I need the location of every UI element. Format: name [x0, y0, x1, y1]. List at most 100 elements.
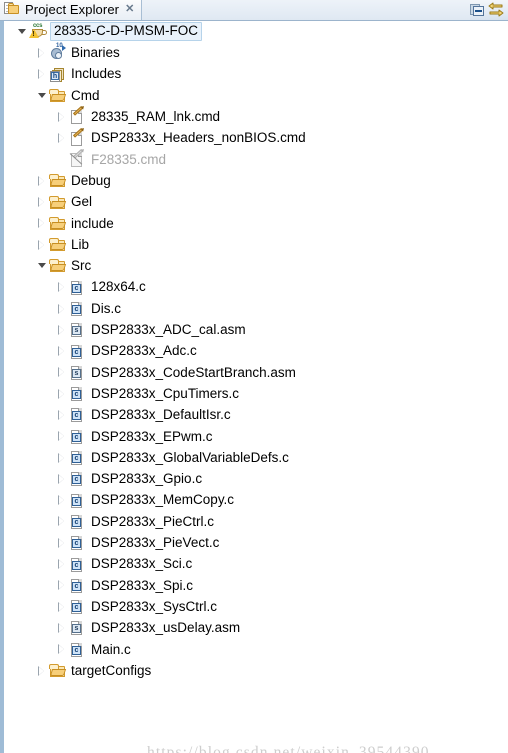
c-file-icon: c [69, 279, 86, 296]
c-file-icon: c [69, 300, 86, 317]
tree-item[interactable]: c DSP2833x_PieCtrl.c [4, 511, 508, 532]
includes-icon: h [49, 66, 66, 83]
tree-item[interactable]: c DSP2833x_EPwm.c [4, 426, 508, 447]
tree-item-label: DSP2833x_CpuTimers.c [91, 385, 240, 401]
chevron-right-icon[interactable] [34, 234, 49, 255]
tree-item-label: DSP2833x_ADC_cal.asm [91, 322, 246, 338]
chevron-right-icon[interactable] [54, 617, 69, 638]
tree-item-label: DSP2833x_Gpio.c [91, 471, 203, 487]
tree-item[interactable]: 10 Binaries [4, 42, 508, 63]
tabbar-empty-area [142, 0, 470, 20]
tree-item[interactable]: Lib [4, 234, 508, 255]
tree-item[interactable]: c DSP2833x_GlobalVariableDefs.c [4, 447, 508, 468]
tree-item[interactable]: c 128x64.c [4, 277, 508, 298]
tree-item[interactable]: c DSP2833x_DefaultIsr.c [4, 404, 508, 425]
tree-item-label: DSP2833x_Spi.c [91, 577, 194, 593]
chevron-right-icon[interactable] [34, 660, 49, 681]
chevron-right-icon[interactable] [54, 426, 69, 447]
tree-item[interactable]: c DSP2833x_MemCopy.c [4, 490, 508, 511]
tree-item-label: Cmd [71, 87, 100, 103]
tree-item[interactable]: c DSP2833x_PieVect.c [4, 532, 508, 553]
chevron-right-icon[interactable] [34, 170, 49, 191]
c-file-icon: c [69, 513, 86, 530]
chevron-right-icon[interactable] [54, 575, 69, 596]
tree-item[interactable]: include [4, 213, 508, 234]
tree-item[interactable]: F28335.cmd [4, 148, 508, 170]
chevron-right-icon[interactable] [54, 554, 69, 575]
tree-item[interactable]: c DSP2833x_Spi.c [4, 575, 508, 596]
tree-item[interactable]: c Dis.c [4, 298, 508, 319]
watermark-text: https://blog.csdn.net/weixin_39544390 [147, 744, 430, 753]
folder-icon [49, 172, 67, 189]
close-icon[interactable]: ✕ [123, 4, 136, 15]
chevron-right-icon[interactable] [54, 341, 69, 362]
tree-item[interactable]: DSP2833x_Headers_nonBIOS.cmd [4, 127, 508, 148]
chevron-right-icon[interactable] [54, 277, 69, 298]
tree-item-label: Main.c [91, 641, 131, 657]
tree-item[interactable]: s DSP2833x_ADC_cal.asm [4, 319, 508, 340]
tree-item[interactable]: c DSP2833x_Gpio.c [4, 468, 508, 489]
tree-item-label: F28335.cmd [91, 151, 167, 167]
chevron-right-icon[interactable] [54, 128, 69, 149]
tree-item[interactable]: s DSP2833x_CodeStartBranch.asm [4, 362, 508, 383]
tree-item-label: DSP2833x_GlobalVariableDefs.c [91, 449, 289, 465]
folder-icon [49, 236, 67, 253]
asm-file-icon: s [69, 321, 86, 338]
tree-arrow-placeholder [54, 149, 69, 170]
tree-item[interactable]: Src [4, 255, 508, 276]
tree-item[interactable]: c DSP2833x_Sci.c [4, 553, 508, 574]
binaries-icon: 10 [49, 43, 66, 61]
chevron-down-icon[interactable] [14, 21, 29, 42]
c-file-icon: c [69, 577, 86, 594]
tree-item-label: Gel [71, 194, 93, 210]
tree-item[interactable]: ccs28335-C-D-PMSM-FOC [4, 21, 508, 42]
tree-item[interactable]: Cmd [4, 85, 508, 106]
chevron-right-icon[interactable] [34, 213, 49, 234]
chevron-right-icon[interactable] [34, 192, 49, 213]
project-tree[interactable]: ccs28335-C-D-PMSM-FOC10BinarieshIncludes… [0, 21, 508, 753]
chevron-right-icon[interactable] [54, 447, 69, 468]
tree-item[interactable]: 28335_RAM_lnk.cmd [4, 106, 508, 127]
c-file-icon: c [69, 641, 86, 658]
c-file-icon: c [69, 385, 86, 402]
folder-icon [49, 194, 67, 211]
chevron-right-icon[interactable] [54, 319, 69, 340]
tree-item[interactable]: c DSP2833x_Adc.c [4, 340, 508, 361]
chevron-right-icon[interactable] [54, 639, 69, 660]
ccs-project-icon: ccs [29, 23, 48, 40]
chevron-right-icon[interactable] [54, 404, 69, 425]
chevron-down-icon[interactable] [34, 85, 49, 106]
chevron-right-icon[interactable] [54, 383, 69, 404]
link-with-editor-icon[interactable] [488, 2, 504, 17]
tree-item[interactable]: c DSP2833x_SysCtrl.c [4, 596, 508, 617]
chevron-right-icon[interactable] [54, 468, 69, 489]
project-explorer-view: Project Explorer ✕ ccs28335-C-D-PMSM-FOC… [0, 0, 508, 753]
tree-item[interactable]: h Includes [4, 64, 508, 85]
tree-item[interactable]: c Main.c [4, 639, 508, 660]
chevron-down-icon[interactable] [34, 255, 49, 276]
tree-item[interactable]: Gel [4, 191, 508, 212]
chevron-right-icon[interactable] [54, 490, 69, 511]
chevron-right-icon[interactable] [54, 106, 69, 127]
chevron-right-icon[interactable] [54, 532, 69, 553]
c-file-icon: c [69, 598, 86, 615]
tree-item[interactable]: c DSP2833x_CpuTimers.c [4, 383, 508, 404]
chevron-right-icon[interactable] [54, 298, 69, 319]
tree-item[interactable]: s DSP2833x_usDelay.asm [4, 617, 508, 638]
tree-item-label: Lib [71, 236, 90, 252]
chevron-right-icon[interactable] [54, 511, 69, 532]
chevron-right-icon[interactable] [54, 362, 69, 383]
tree-item[interactable]: targetConfigs [4, 660, 508, 681]
tree-item[interactable]: Debug [4, 170, 508, 191]
chevron-right-icon[interactable] [54, 596, 69, 617]
chevron-right-icon[interactable] [34, 42, 49, 63]
tree-item-label: DSP2833x_PieVect.c [91, 535, 220, 551]
tree-item-label: DSP2833x_PieCtrl.c [91, 513, 215, 529]
tree-item-label: DSP2833x_DefaultIsr.c [91, 407, 231, 423]
tree-item-label: targetConfigs [71, 662, 152, 678]
tab-project-explorer[interactable]: Project Explorer ✕ [0, 0, 143, 20]
chevron-right-icon[interactable] [34, 64, 49, 85]
tree-item-label: DSP2833x_Headers_nonBIOS.cmd [91, 130, 306, 146]
tree-item-label: DSP2833x_EPwm.c [91, 428, 213, 444]
minimize-icon[interactable] [470, 3, 485, 17]
